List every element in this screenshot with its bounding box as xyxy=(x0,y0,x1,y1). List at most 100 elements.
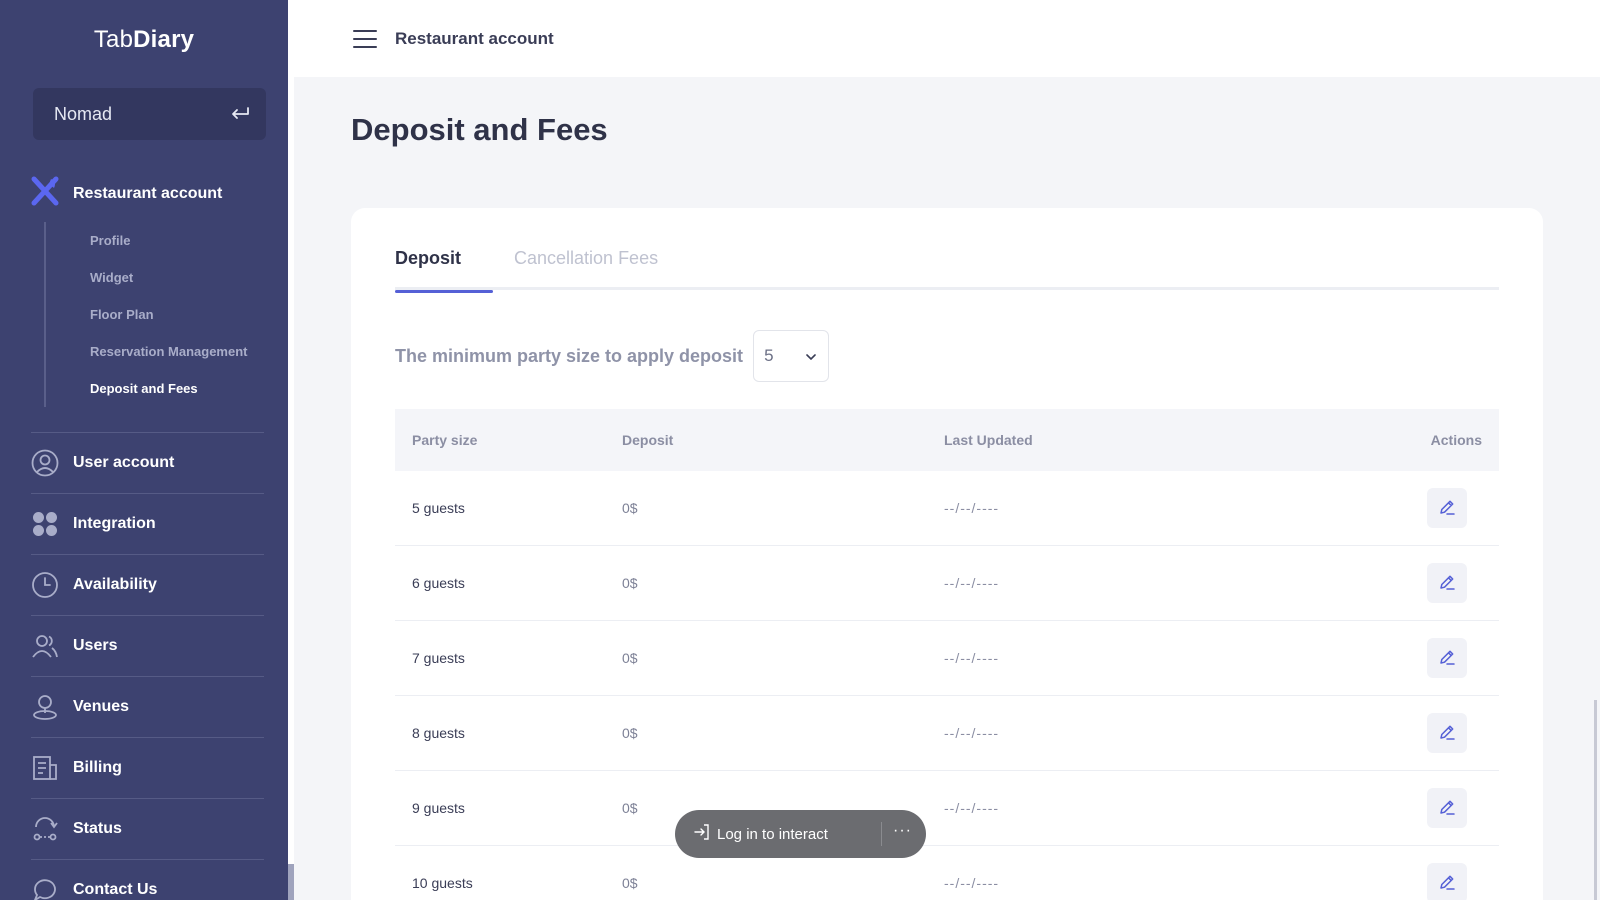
sidebar-item-status[interactable]: Status xyxy=(31,798,264,859)
table-header: Party size Deposit Last Updated Actions xyxy=(395,409,1499,471)
cell-party-size: 7 guests xyxy=(412,650,465,666)
return-arrow-icon[interactable] xyxy=(230,104,250,125)
edit-button[interactable] xyxy=(1427,488,1467,528)
edit-button[interactable] xyxy=(1427,638,1467,678)
cell-deposit: 0$ xyxy=(622,725,638,741)
sidebar-item-contact-us[interactable]: Contact Us xyxy=(31,859,264,900)
pencil-icon xyxy=(1438,723,1456,744)
sidebar-item-availability[interactable]: Availability xyxy=(31,554,264,615)
cell-party-size: 9 guests xyxy=(412,800,465,816)
header-deposit: Deposit xyxy=(622,432,674,448)
subnav-widget[interactable]: Widget xyxy=(46,259,274,296)
cell-actions xyxy=(1364,713,1499,753)
sidebar-item-label: Status xyxy=(73,820,122,837)
min-party-value: 5 xyxy=(764,346,774,365)
subnav-reservation-management[interactable]: Reservation Management xyxy=(46,333,274,370)
table-row: 5 guests 0$ --/--/---- xyxy=(395,471,1499,546)
sidebar-item-label: Billing xyxy=(73,759,122,776)
sidebar: TabDiary Nomad Restaurant account Profil… xyxy=(0,0,294,900)
venue-name: Nomad xyxy=(54,103,113,124)
pencil-icon xyxy=(1438,573,1456,594)
cell-deposit: 0$ xyxy=(622,875,638,891)
sidebar-item-label: Contact Us xyxy=(73,881,158,898)
cell-last-updated: --/--/---- xyxy=(944,500,1000,516)
sidebar-item-users[interactable]: Users xyxy=(31,615,264,676)
cell-last-updated: --/--/---- xyxy=(944,650,1000,666)
edit-button[interactable] xyxy=(1427,863,1467,900)
table-body: 5 guests 0$ --/--/---- 6 guests 0$ --/--/----… xyxy=(395,471,1499,900)
tab-bar: Deposit Cancellation Fees xyxy=(395,248,1499,293)
sidebar-item-label: Integration xyxy=(73,515,156,532)
location-pin-icon xyxy=(31,693,59,721)
topbar-title: Restaurant account xyxy=(395,28,554,48)
tab-deposit[interactable]: Deposit xyxy=(395,248,493,293)
user-circle-icon xyxy=(31,449,59,477)
page-scrollbar[interactable] xyxy=(1594,700,1597,900)
active-tab-indicator xyxy=(395,290,493,293)
divider xyxy=(881,822,882,846)
header-actions: Actions xyxy=(1430,432,1482,448)
min-party-select[interactable]: 5 xyxy=(753,330,830,382)
sidebar-scrollbar[interactable] xyxy=(288,0,294,900)
cell-last-updated: --/--/---- xyxy=(944,875,1000,891)
hamburger-menu-icon[interactable] xyxy=(353,29,377,48)
cell-actions xyxy=(1364,638,1499,678)
login-icon xyxy=(693,823,711,846)
cell-last-updated: --/--/---- xyxy=(944,800,1000,816)
sidebar-item-restaurant-account[interactable]: Restaurant account xyxy=(31,176,222,211)
table-row: 10 guests 0$ --/--/---- xyxy=(395,846,1499,900)
edit-button[interactable] xyxy=(1427,713,1467,753)
deposit-table: Party size Deposit Last Updated Actions … xyxy=(395,409,1499,900)
sidebar-item-label: Venues xyxy=(73,698,130,715)
cell-party-size: 8 guests xyxy=(412,725,465,741)
top-bar: Restaurant account xyxy=(294,0,1600,77)
cell-actions xyxy=(1364,488,1499,528)
login-label: Log in to interact xyxy=(717,825,828,843)
min-party-row: The minimum party size to apply deposit … xyxy=(395,330,830,382)
brand-logo[interactable]: TabDiary xyxy=(0,26,288,54)
sidebar-item-user-account[interactable]: User account xyxy=(31,432,264,493)
sidebar-item-integration[interactable]: Integration xyxy=(31,493,264,554)
edit-button[interactable] xyxy=(1427,788,1467,828)
pencil-icon xyxy=(1438,648,1456,669)
deposit-card: Deposit Cancellation Fees The minimum pa… xyxy=(351,208,1543,900)
status-icon xyxy=(31,815,59,843)
more-options-icon[interactable]: ··· xyxy=(893,822,912,840)
cell-actions xyxy=(1364,788,1499,828)
cell-last-updated: --/--/---- xyxy=(944,725,1000,741)
grid-dots-icon xyxy=(31,510,59,538)
pencil-icon xyxy=(1438,798,1456,819)
cell-actions xyxy=(1364,863,1499,900)
chevron-down-icon xyxy=(806,349,816,363)
tab-cancellation-fees[interactable]: Cancellation Fees xyxy=(514,248,658,290)
table-row: 7 guests 0$ --/--/---- xyxy=(395,621,1499,696)
pencil-icon xyxy=(1438,498,1456,519)
sidebar-item-label: Availability xyxy=(73,576,157,593)
cell-actions xyxy=(1364,563,1499,603)
pencil-icon xyxy=(1438,873,1456,894)
sidebar-scrollbar-thumb[interactable] xyxy=(288,864,294,900)
sidebar-item-venues[interactable]: Venues xyxy=(31,676,264,737)
venue-selector[interactable]: Nomad xyxy=(33,88,266,140)
header-party-size: Party size xyxy=(412,432,478,448)
subnav-profile[interactable]: Profile xyxy=(46,222,274,259)
sidebar-item-billing[interactable]: Billing xyxy=(31,737,264,798)
cell-deposit: 0$ xyxy=(622,500,638,516)
subnav-deposit-and-fees[interactable]: Deposit and Fees xyxy=(46,370,274,407)
billing-icon xyxy=(31,754,59,782)
restaurant-subnav: Profile Widget Floor Plan Reservation Ma… xyxy=(44,222,274,407)
cutlery-icon xyxy=(31,176,59,211)
cell-deposit: 0$ xyxy=(622,650,638,666)
sidebar-item-label: Restaurant account xyxy=(73,184,223,202)
sidebar-item-label: Users xyxy=(73,637,118,654)
chat-bubble-icon xyxy=(31,876,59,900)
edit-button[interactable] xyxy=(1427,563,1467,603)
cell-deposit: 0$ xyxy=(622,575,638,591)
page-title: Deposit and Fees xyxy=(351,112,608,147)
table-row: 8 guests 0$ --/--/---- xyxy=(395,696,1499,771)
login-overlay[interactable]: Log in to interact ··· xyxy=(675,810,926,858)
subnav-floor-plan[interactable]: Floor Plan xyxy=(46,296,274,333)
table-row: 9 guests 0$ --/--/---- xyxy=(395,771,1499,846)
cell-party-size: 6 guests xyxy=(412,575,465,591)
sidebar-item-label: User account xyxy=(73,454,175,471)
